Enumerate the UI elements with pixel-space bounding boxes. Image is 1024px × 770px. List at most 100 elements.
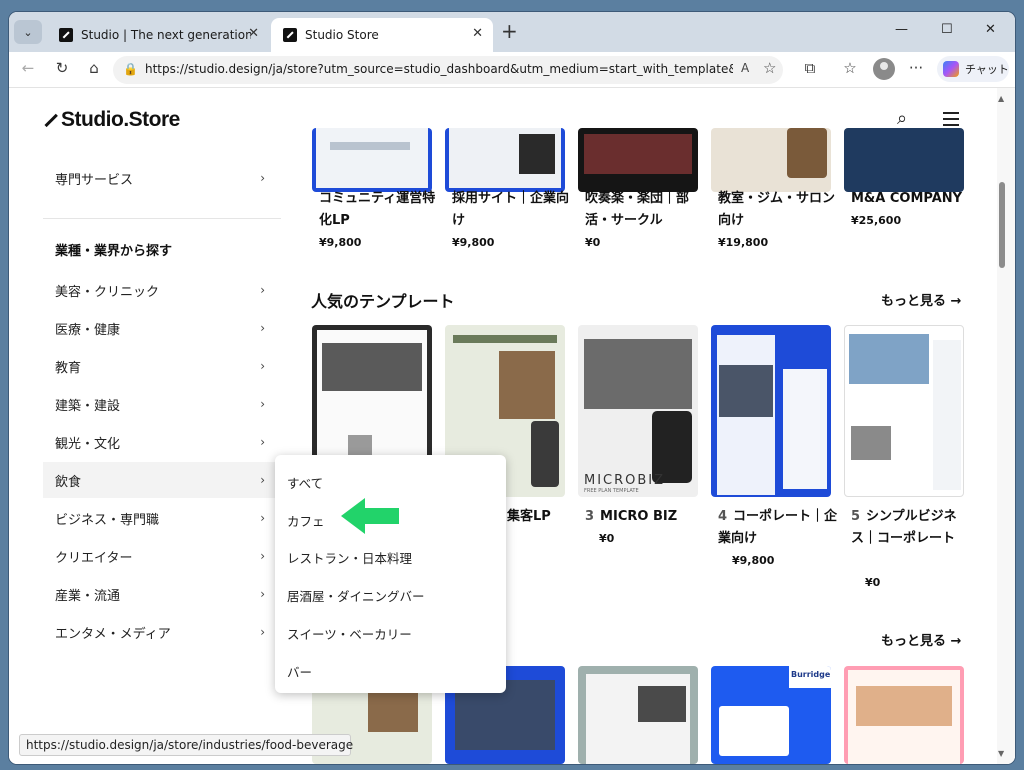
read-aloud-icon[interactable]: A (741, 61, 749, 75)
sidebar-item-label: クリエイター (55, 550, 133, 566)
sidebar-item-entertainment[interactable]: エンタメ・メディア › (43, 614, 281, 650)
dropdown-item-bar[interactable]: バー (287, 662, 312, 681)
sidebar-item-label: 教育 (55, 360, 82, 376)
food-subcategory-dropdown: すべて カフェ レストラン・日本料理 居酒屋・ダイニングバー スイーツ・ベーカリ… (275, 455, 506, 693)
sidebar-item-professional-services[interactable]: 専門サービス › (43, 160, 281, 196)
see-more-link[interactable]: もっと見る → (881, 290, 961, 309)
logo-text: Studio.Store (61, 108, 180, 131)
sidebar-item-education[interactable]: 教育 › (43, 348, 281, 384)
green-arrow-icon (341, 498, 399, 534)
sidebar-item-medical[interactable]: 医療・健康 › (43, 310, 281, 346)
home-icon[interactable]: ⌂ (83, 59, 105, 77)
template-price: ¥9,800 (452, 236, 495, 249)
sidebar-item-label: 飲食 (55, 474, 82, 490)
sidebar-item-food[interactable]: 飲食 › (43, 462, 281, 498)
favorite-star-icon[interactable]: ☆ (763, 59, 776, 77)
scroll-up-icon[interactable]: ▲ (998, 94, 1004, 103)
template-title[interactable]: 採用サイト｜企業向け (452, 188, 574, 232)
tab-actions-button[interactable]: ⌄ (14, 20, 42, 44)
chevron-right-icon: › (260, 549, 265, 563)
dropdown-item-restaurant[interactable]: レストラン・日本料理 (287, 548, 412, 567)
tab-studio[interactable]: Studio | The next generation desig ✕ (47, 18, 269, 52)
template-title[interactable]: 教室・ジム・サロン向け (718, 188, 840, 232)
site-logo[interactable]: Studio.Store (43, 108, 180, 132)
see-more-link[interactable]: もっと見る → (881, 630, 961, 649)
extensions-icon[interactable]: ⧉ (799, 59, 821, 77)
chevron-right-icon: › (260, 587, 265, 601)
sidebar-item-label: ビジネス・専門職 (55, 512, 160, 528)
template-thumbnail[interactable] (711, 325, 831, 497)
chevron-right-icon: › (260, 625, 265, 639)
close-window-icon[interactable]: ✕ (985, 22, 996, 37)
url-text[interactable]: https://studio.design/ja/store?utm_sourc… (145, 62, 733, 76)
divider (43, 218, 281, 219)
browser-toolbar: ← ↻ ⌂ 🔒 https://studio.design/ja/store?u… (9, 52, 1015, 88)
template-thumbnail[interactable] (445, 128, 565, 192)
rank-number: 5 (851, 509, 861, 524)
section-heading-popular: 人気のテンプレート (311, 292, 455, 311)
template-thumbnail[interactable] (844, 325, 964, 497)
thumbnail-logo-text: Burridge (791, 670, 831, 679)
chevron-right-icon: › (260, 511, 265, 525)
more-menu-icon[interactable]: ··· (905, 59, 927, 77)
template-price: ¥9,800 (319, 236, 362, 249)
maximize-icon[interactable]: ☐ (941, 22, 953, 37)
page-scrollbar[interactable]: ▲ ▼ (997, 88, 1015, 764)
dropdown-item-sweets[interactable]: スイーツ・ベーカリー (287, 624, 412, 643)
template-thumbnail[interactable]: Burridge (711, 666, 831, 764)
copilot-chat-button[interactable]: チャット (937, 56, 1009, 82)
thumbnail-subtext: FREE PLAN TEMPLATE (584, 488, 639, 494)
scroll-down-icon[interactable]: ▼ (998, 749, 1004, 758)
lock-icon[interactable]: 🔒 (123, 62, 138, 76)
chevron-right-icon: › (260, 321, 265, 335)
template-thumbnail[interactable] (578, 666, 698, 764)
template-thumbnail[interactable] (844, 128, 964, 192)
favorites-icon[interactable]: ☆ (839, 59, 861, 77)
template-thumbnail[interactable] (711, 128, 831, 192)
tab-title: Studio Store (305, 28, 379, 42)
sidebar-item-label: エンタメ・メディア (55, 626, 171, 642)
dropdown-item-cafe[interactable]: カフェ (287, 511, 325, 530)
tab-studio-store[interactable]: Studio Store ✕ (271, 18, 493, 52)
chevron-right-icon: › (260, 283, 265, 297)
sidebar-item-creator[interactable]: クリエイター › (43, 538, 281, 574)
template-thumbnail[interactable] (844, 666, 964, 764)
search-icon[interactable]: ⌕ (897, 108, 907, 129)
close-tab-icon[interactable]: ✕ (248, 26, 259, 41)
template-thumbnail[interactable] (578, 128, 698, 192)
tab-title: Studio | The next generation desig (81, 28, 251, 42)
dropdown-item-all[interactable]: すべて (287, 473, 323, 492)
sidebar-item-industry[interactable]: 産業・流通 › (43, 576, 281, 612)
dropdown-item-izakaya[interactable]: 居酒屋・ダイニングバー (287, 586, 425, 605)
chevron-right-icon: › (260, 397, 265, 411)
minimize-icon[interactable]: — (895, 22, 908, 37)
template-title[interactable]: 5 シンプルビジネス｜コーポレート (851, 506, 969, 550)
close-tab-icon[interactable]: ✕ (472, 26, 483, 41)
sidebar-item-tourism[interactable]: 観光・文化 › (43, 424, 281, 460)
sidebar-item-beauty[interactable]: 美容・クリニック › (43, 272, 281, 308)
back-icon[interactable]: ← (17, 59, 39, 77)
template-thumbnail[interactable]: MICROBIZ FREE PLAN TEMPLATE (578, 325, 698, 497)
thumbnail-logo-text: MICROBIZ (584, 473, 666, 488)
chevron-right-icon: › (260, 171, 265, 185)
template-title[interactable]: 4 コーポレート｜企業向け (718, 506, 840, 550)
sidebar-heading: 業種・業界から探す (55, 244, 173, 259)
page-content: Studio.Store ⌕ 専門サービス › 業種・業界から探す 美容・クリニッ… (9, 88, 1015, 764)
chevron-down-icon: ⌄ (23, 25, 33, 39)
template-title[interactable]: 吹奏楽・楽団｜部活・サークル (585, 188, 707, 232)
address-bar[interactable]: 🔒 https://studio.design/ja/store?utm_sou… (113, 56, 783, 84)
template-thumbnail[interactable] (312, 128, 432, 192)
scrollbar-thumb[interactable] (999, 182, 1005, 268)
template-price: ¥25,600 (851, 214, 902, 227)
template-title-text: コーポレート｜企業向け (718, 509, 838, 546)
studio-favicon-icon (283, 28, 297, 42)
template-title[interactable]: コミュニティ運営特化LP (319, 188, 441, 232)
sidebar-item-business[interactable]: ビジネス・専門職 › (43, 500, 281, 536)
new-tab-icon[interactable]: + (501, 20, 518, 42)
sidebar-item-construction[interactable]: 建築・建設 › (43, 386, 281, 422)
profile-avatar[interactable] (873, 58, 895, 80)
refresh-icon[interactable]: ↻ (51, 59, 73, 77)
template-title[interactable]: 3 MICRO BIZ (585, 506, 707, 528)
chevron-right-icon: › (260, 473, 265, 487)
template-title[interactable]: M&A COMPANY (851, 188, 973, 210)
